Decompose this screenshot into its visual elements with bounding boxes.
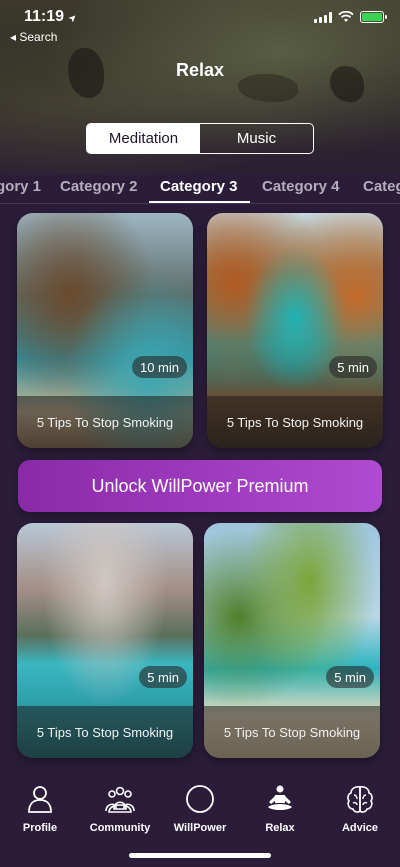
status-bar: 11:19 ➤ ◂ Search <box>0 0 400 44</box>
session-card-title: 5 Tips To Stop Smoking <box>17 706 193 758</box>
category-divider <box>0 203 400 204</box>
session-card[interactable]: 5 min 5 Tips To Stop Smoking <box>207 213 383 448</box>
tab-label: Advice <box>341 822 379 834</box>
wifi-icon <box>338 11 354 22</box>
tab-category-4[interactable]: Category 4 <box>262 178 340 195</box>
tab-label: Profile <box>22 822 58 834</box>
session-card[interactable]: 5 min 5 Tips To Stop Smoking <box>17 523 193 758</box>
meditation-icon <box>268 785 292 810</box>
tab-label: WillPower <box>173 822 227 834</box>
meditation-music-segmented-control: Meditation Music <box>86 123 314 154</box>
brain-icon <box>347 786 373 813</box>
battery-icon <box>360 11 387 23</box>
tab-profile[interactable]: Profile <box>0 775 80 867</box>
circle-icon <box>186 785 214 813</box>
unlock-premium-button[interactable]: Unlock WillPower Premium <box>18 460 382 512</box>
tab-category-3[interactable]: Category 3 <box>160 178 238 195</box>
tab-advice[interactable]: Advice <box>320 775 400 867</box>
home-indicator[interactable] <box>129 853 271 858</box>
session-card[interactable]: 5 min 5 Tips To Stop Smoking <box>204 523 380 758</box>
location-arrow-icon: ➤ <box>65 11 80 26</box>
tab-category-5[interactable]: Categ <box>363 178 400 195</box>
tab-label: Relax <box>265 822 295 834</box>
duration-badge: 10 min <box>131 356 187 378</box>
tab-label: Community <box>89 822 151 834</box>
duration-badge: 5 min <box>139 666 187 688</box>
status-time: 11:19 ➤ <box>24 8 80 26</box>
segment-music[interactable]: Music <box>200 124 313 153</box>
person-icon <box>28 786 52 813</box>
tab-category-2[interactable]: Category 2 <box>60 178 138 195</box>
tab-category-1[interactable]: gory 1 <box>0 178 41 195</box>
session-card-title: 5 Tips To Stop Smoking <box>204 706 380 758</box>
group-icon <box>105 786 135 813</box>
cellular-signal-icon <box>314 11 332 23</box>
page-title: Relax <box>175 60 225 80</box>
duration-badge: 5 min <box>326 666 374 688</box>
session-card-title: 5 Tips To Stop Smoking <box>17 396 193 448</box>
session-card[interactable]: 10 min 5 Tips To Stop Smoking <box>17 213 193 448</box>
duration-badge: 5 min <box>329 356 377 378</box>
segment-meditation[interactable]: Meditation <box>87 124 200 153</box>
back-to-search-link[interactable]: ◂ Search <box>10 30 57 44</box>
session-card-title: 5 Tips To Stop Smoking <box>207 396 383 448</box>
